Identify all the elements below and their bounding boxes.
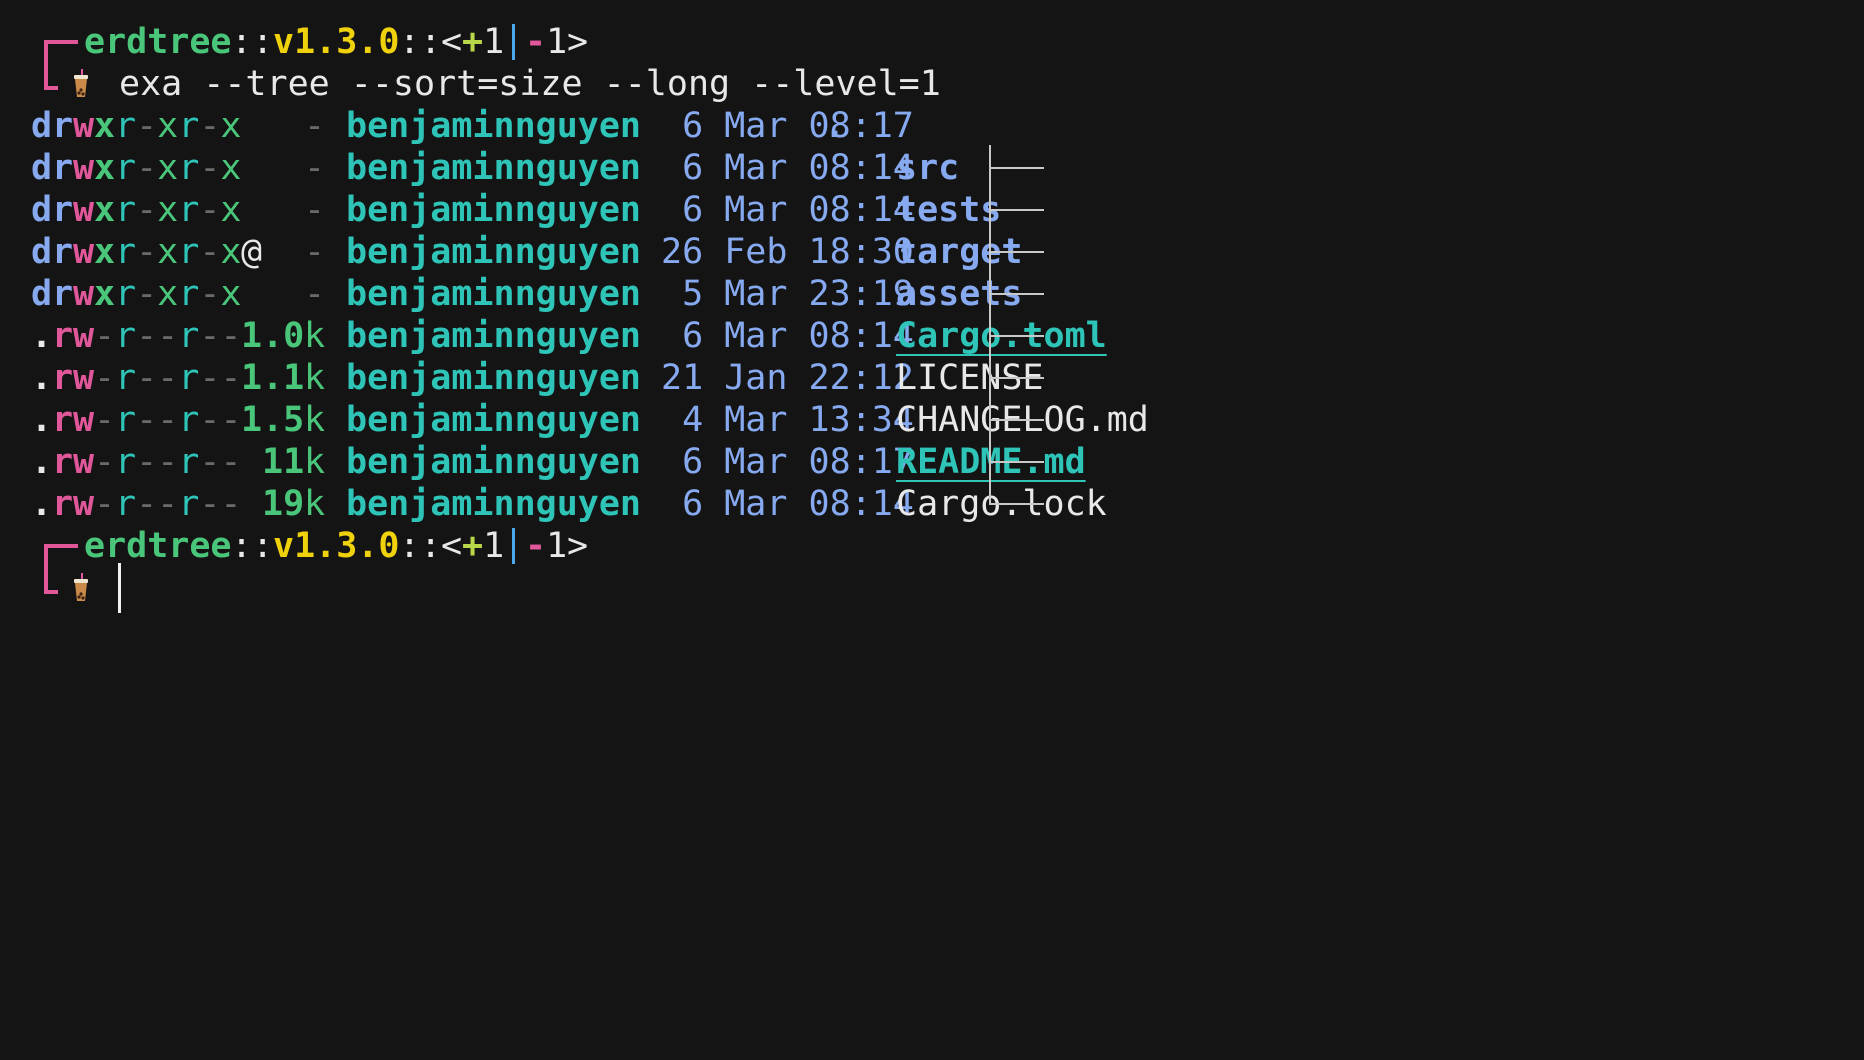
perm-char: - [157,400,179,440]
tree-vertical-line [989,145,991,505]
perm-char: - [157,316,179,356]
prompt-name: erdtree [84,526,232,566]
perm-char: - [220,442,242,482]
perm-char: r [115,190,137,230]
prompt-version: v1.3.0 [273,526,400,566]
perm-char: r [178,316,200,356]
perm-char: - [199,400,221,440]
git-plus-sign: + [462,526,484,566]
prompt-separator: :: [399,526,442,566]
perm-char: - [157,484,179,524]
tree-branch-line [989,293,1044,295]
perm-char: - [199,274,221,314]
perm-char: x [157,190,179,230]
prompt-separator: :: [231,526,274,566]
perm-char: r [178,106,200,146]
perm-char: - [199,232,221,272]
perm-char: r [178,274,200,314]
perm-char: - [199,358,221,398]
boba-tea-icon [74,573,88,601]
perm-char: r [115,400,137,440]
tree-branch-line [989,209,1044,211]
perm-char: r [178,484,200,524]
tree-branch-line [989,335,1044,337]
perm-char: r [115,232,137,272]
perm-char: - [220,400,242,440]
perm-char: r [178,442,200,482]
tree-branch-line [989,419,1044,421]
tree-branch-line [989,461,1044,463]
perm-char: - [220,358,242,398]
perm-char: r [115,274,137,314]
perm-char: r [115,106,137,146]
git-minus-count: 1 [546,526,568,566]
git-status-close: > [567,526,589,566]
perm-char: r [178,148,200,188]
perm-char: x [157,274,179,314]
tree-branch-line [989,377,1044,379]
perm-char: - [136,274,158,314]
perm-char: x [220,274,242,314]
perm-char: x [220,190,242,230]
perm-char: - [157,442,179,482]
tree-branch-line [989,251,1044,253]
perm-char: - [136,190,158,230]
git-minus-sign: - [525,22,547,62]
perm-char: - [136,316,158,356]
perm-char: - [136,442,158,482]
perm-char: r [178,190,200,230]
perm-char: - [199,316,221,356]
git-plus-count: 1 [483,526,505,566]
perm-char: - [199,148,221,188]
perm-char: - [199,442,221,482]
perm-char: - [136,232,158,272]
perm-char: r [115,148,137,188]
perm-char: x [157,106,179,146]
git-plus-sign: + [462,22,484,62]
text-cursor[interactable] [118,563,121,613]
git-status-open: < [441,526,463,566]
terminal-window[interactable]: erdtree:: v1.3.0:: < +1 -1 > exa --tree --sort… [0,0,1864,1060]
perm-char: - [157,358,179,398]
perm-char: - [136,106,158,146]
git-status-removed: -1 [525,521,567,571]
perm-char: - [220,316,242,356]
git-status-divider [512,24,515,60]
perm-char: x [220,232,242,272]
git-minus-sign: - [525,526,547,566]
perm-char: - [199,190,221,230]
git-minus-count: 1 [546,22,568,62]
perm-char: - [199,106,221,146]
perm-char: - [136,148,158,188]
perm-char: x [157,232,179,272]
perm-char: - [199,484,221,524]
prompt-line-2: erdtree:: v1.3.0:: < +1 -1 > [0,521,1864,571]
perm-char: x [157,148,179,188]
perm-char: - [220,484,242,524]
perm-char: - [136,358,158,398]
perm-char: r [178,232,200,272]
tree-branch-line [989,167,1044,169]
perm-char: r [115,442,137,482]
tree-branch-line [989,503,1044,505]
perm-char: - [136,484,158,524]
perm-char: r [115,316,137,356]
perm-char: x [220,148,242,188]
git-plus-count: 1 [483,22,505,62]
perm-char: r [115,484,137,524]
perm-char: r [178,400,200,440]
perm-char: x [220,106,242,146]
perm-char: r [178,358,200,398]
git-status-added: +1 [462,521,504,571]
perm-char: r [115,358,137,398]
git-status-divider [512,528,515,564]
perm-char: - [136,400,158,440]
